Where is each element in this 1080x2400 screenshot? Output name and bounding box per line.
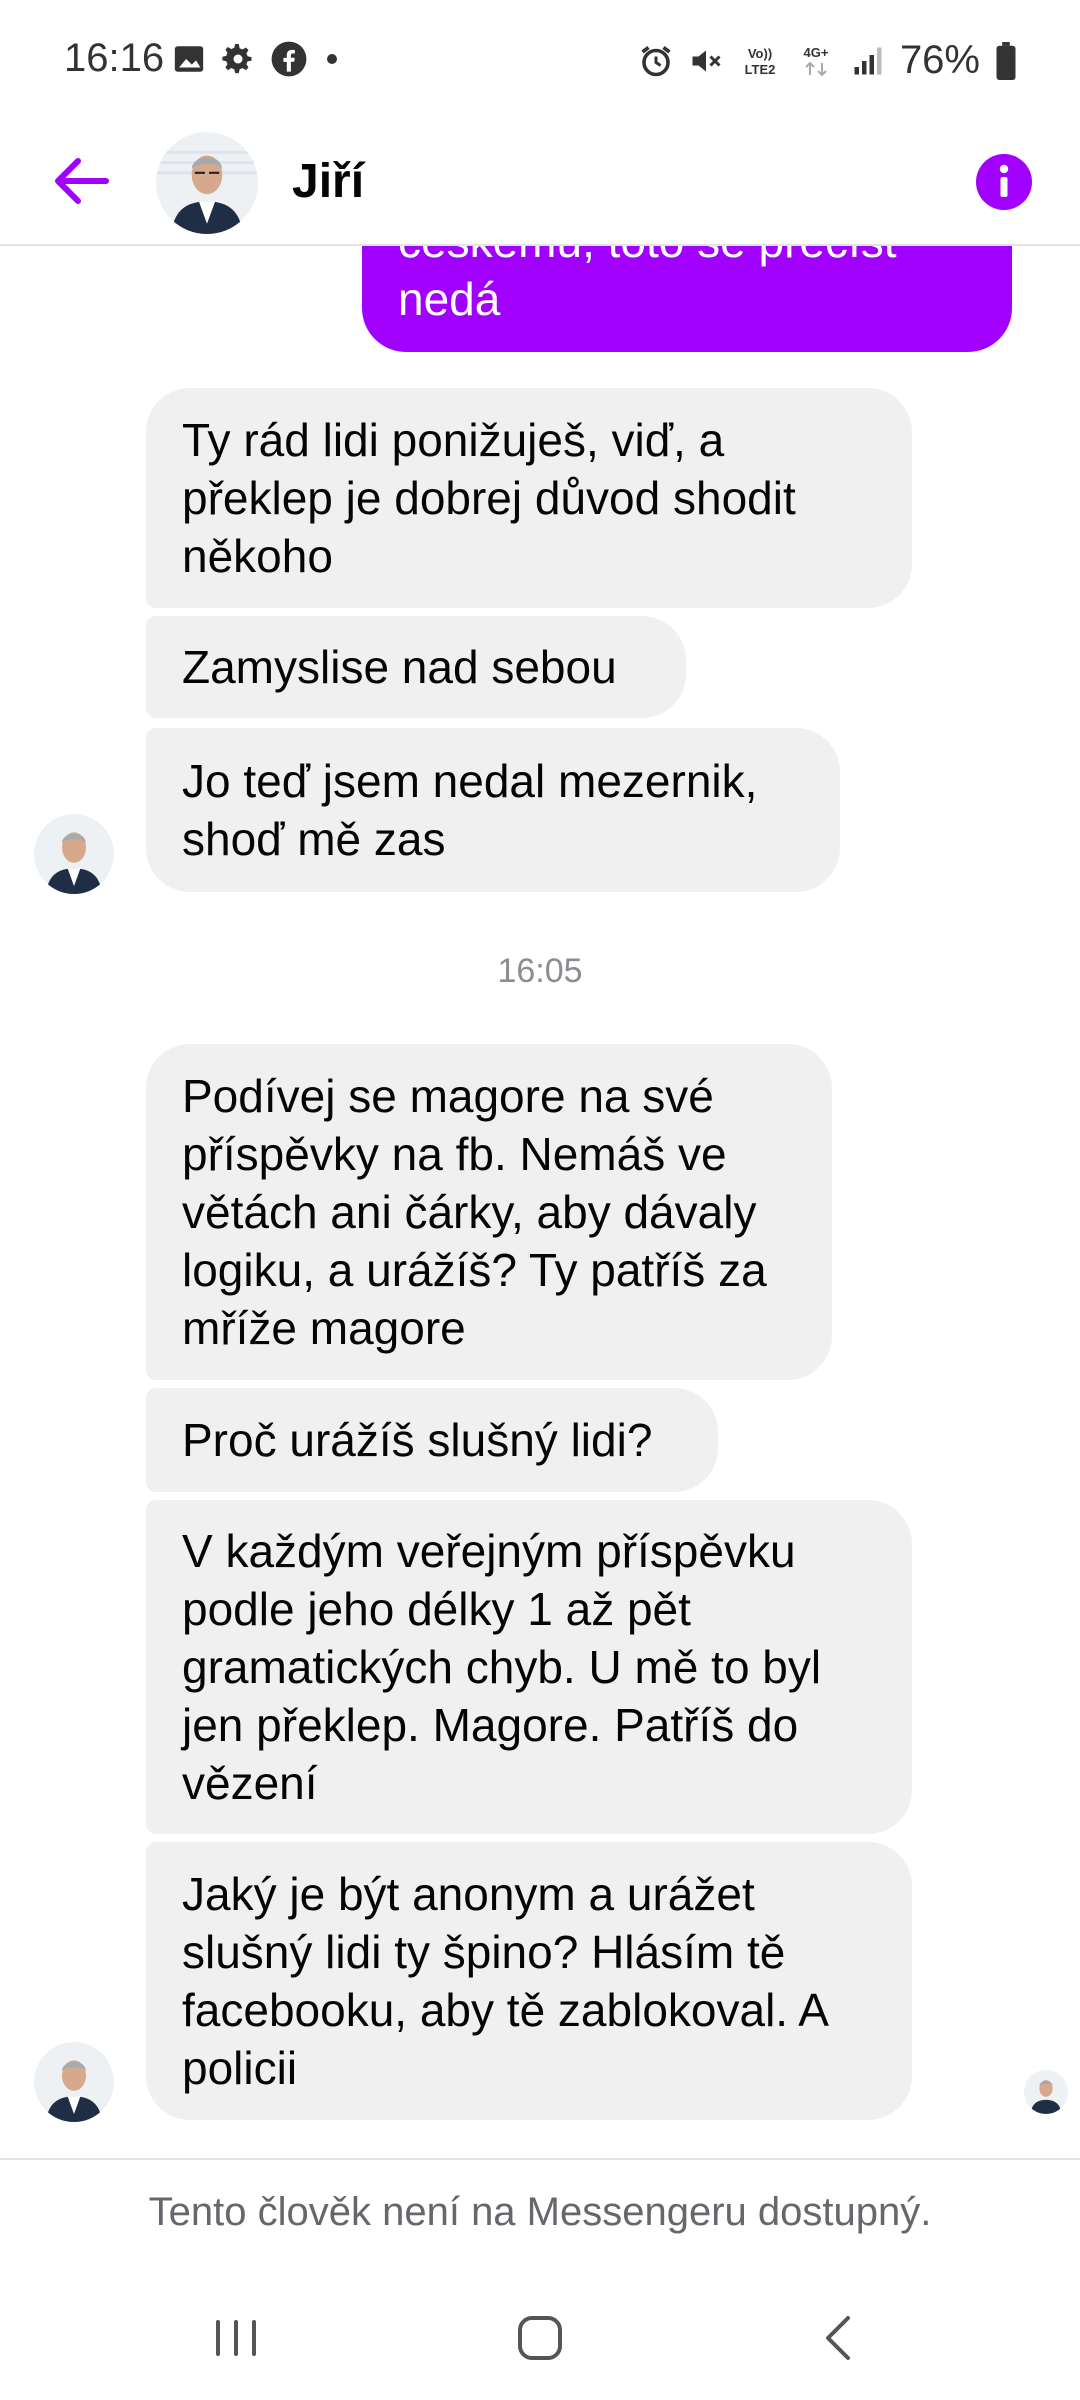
message-text: Zamyslise nad sebou [182, 641, 617, 693]
dot-icon [327, 54, 337, 64]
message-bubble-incoming[interactable]: Jaký je být anonym a urážet slušný lidi … [146, 1842, 912, 2120]
message-text: Ty rád lidi ponižuješ, viď, a překlep je… [182, 414, 796, 582]
system-navigation-bar [0, 2268, 1080, 2400]
unavailable-text: Tento člověk není na Messengeru dostupný… [148, 2190, 932, 2234]
signal-icon [854, 47, 882, 74]
message-text: českému, toto se přečíst nedá [398, 246, 897, 325]
info-icon[interactable] [960, 138, 1048, 226]
seen-indicator-avatar [1024, 2070, 1068, 2114]
conversation-header: Jiří [0, 120, 1080, 246]
svg-text:LTE2: LTE2 [745, 62, 776, 77]
message-bubble-incoming[interactable]: Podívej se magore na své příspěvky na fb… [146, 1044, 832, 1380]
home-icon[interactable] [500, 2298, 580, 2378]
network-icon: 4G+ [803, 45, 829, 76]
image-icon [174, 46, 204, 72]
status-bar: 16:16 Vo)) LTE2 4G+ 76% [0, 0, 1080, 120]
svg-text:4G+: 4G+ [803, 45, 828, 60]
battery-icon [996, 41, 1016, 80]
contact-avatar[interactable] [156, 132, 258, 234]
gear-icon [222, 44, 252, 74]
message-text: V každým veřejným příspěvku podle jeho d… [182, 1525, 822, 1809]
message-bubble-incoming[interactable]: Zamyslise nad sebou [146, 616, 686, 718]
battery-percentage: 76% [899, 38, 980, 82]
status-icons-left [172, 40, 342, 78]
message-text: Podívej se magore na své příspěvky na fb… [182, 1070, 767, 1354]
message-bubble-outgoing[interactable]: českému, toto se přečíst nedá [362, 246, 1012, 352]
svg-text:Vo)): Vo)) [748, 46, 772, 61]
unavailable-notice: Tento člověk není na Messengeru dostupný… [0, 2158, 1080, 2268]
sender-avatar[interactable] [34, 2042, 114, 2122]
message-list[interactable]: českému, toto se přečíst nedá Ty rád lid… [0, 246, 1080, 2158]
recent-apps-icon[interactable] [196, 2298, 276, 2378]
message-text: Jo teď jsem nedal mezernik, shoď mě zas [182, 755, 758, 865]
contact-name[interactable]: Jiří [292, 142, 364, 222]
message-bubble-incoming[interactable]: Proč urážíš slušný lidi? [146, 1388, 718, 1492]
status-time: 16:16 [64, 36, 165, 80]
sender-avatar[interactable] [34, 814, 114, 894]
alarm-icon [641, 45, 671, 76]
volte-icon: Vo))LTE2 [745, 46, 776, 77]
message-bubble-incoming[interactable]: Jo teď jsem nedal mezernik, shoď mě zas [146, 728, 840, 892]
mute-icon [692, 50, 721, 71]
message-timestamp: 16:05 [497, 952, 583, 990]
message-bubble-incoming[interactable]: Ty rád lidi ponižuješ, viď, a překlep je… [146, 388, 912, 608]
message-bubble-incoming[interactable]: V každým veřejným příspěvku podle jeho d… [146, 1500, 912, 1834]
facebook-icon [271, 41, 307, 77]
status-icons-right: Vo)) LTE2 4G+ 76% [638, 38, 1018, 83]
back-icon[interactable] [800, 2298, 880, 2378]
back-arrow-icon[interactable] [46, 146, 116, 216]
message-text: Proč urážíš slušný lidi? [182, 1414, 653, 1466]
message-text: Jaký je být anonym a urážet slušný lidi … [182, 1868, 827, 2094]
